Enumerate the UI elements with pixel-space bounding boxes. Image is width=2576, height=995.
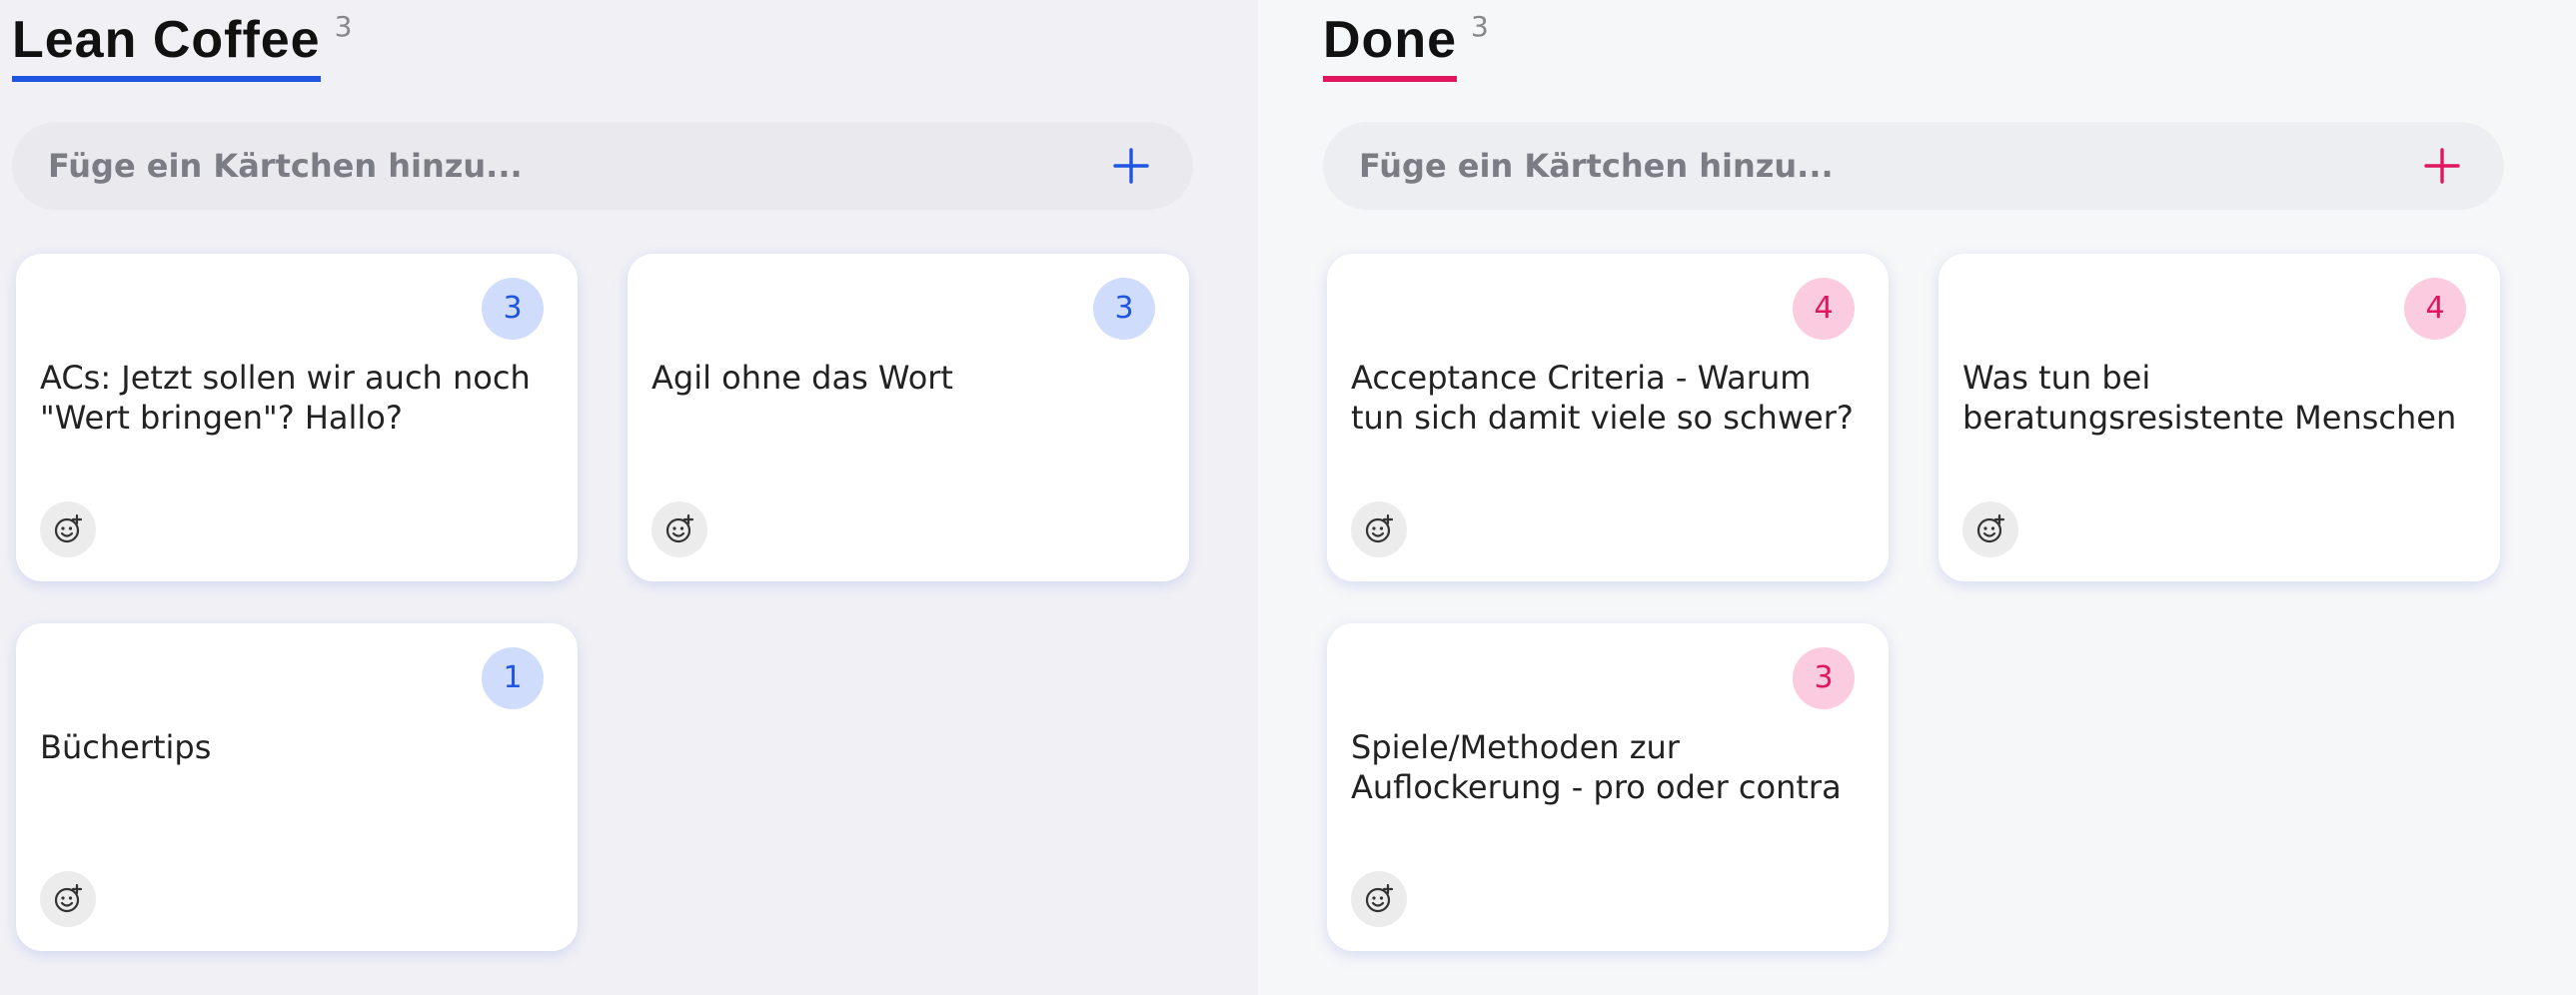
add-emoji-icon <box>1365 883 1394 913</box>
card-text: Agil ohne das Wort <box>651 359 953 397</box>
column-done: Done 3 Füge ein Kärtchen hinzu... 4 Acce… <box>1258 0 2576 995</box>
add-emoji-icon <box>1365 513 1394 543</box>
card-text: Acceptance Criteria - Warum tun sich dam… <box>1351 359 1854 437</box>
vote-count-badge: 4 <box>2404 278 2466 340</box>
card[interactable]: 3 Spiele/Methoden zur Auflockerung - pro… <box>1327 623 1889 951</box>
card-text: ACs: Jetzt sollen wir auch noch "Wert br… <box>40 359 531 437</box>
add-emoji-icon <box>54 883 83 913</box>
column-title[interactable]: Done <box>1323 8 1457 82</box>
card[interactable]: 4 Was tun bei beratungsresistente Mensch… <box>1938 254 2500 581</box>
vote-count-badge: 3 <box>1093 278 1155 340</box>
add-emoji-icon <box>665 513 694 543</box>
add-reaction-button[interactable] <box>1962 501 2018 557</box>
vote-count-badge: 1 <box>482 647 544 709</box>
add-emoji-icon <box>54 513 83 543</box>
add-reaction-button[interactable] <box>651 501 707 557</box>
vote-count-badge: 4 <box>1793 278 1855 340</box>
card-text: Spiele/Methoden zur Auflockerung - pro o… <box>1351 728 1842 806</box>
add-card-input[interactable]: Füge ein Kärtchen hinzu... <box>1323 122 2504 210</box>
column-header: Done 3 <box>1323 8 1489 82</box>
card[interactable]: 4 Acceptance Criteria - Warum tun sich d… <box>1327 254 1889 581</box>
column-card-count: 3 <box>334 10 353 43</box>
plus-icon[interactable] <box>1113 148 1149 184</box>
card[interactable]: 1 Büchertips <box>16 623 578 951</box>
vote-count-badge: 3 <box>1793 647 1855 709</box>
add-reaction-button[interactable] <box>1351 501 1407 557</box>
card[interactable]: 3 Agil ohne das Wort <box>628 254 1189 581</box>
card-text: Was tun bei beratungsresistente Menschen <box>1962 359 2457 437</box>
column-card-count: 3 <box>1471 10 1489 43</box>
add-emoji-icon <box>1976 513 2005 543</box>
column-title[interactable]: Lean Coffee <box>12 8 321 82</box>
add-card-input[interactable]: Füge ein Kärtchen hinzu... <box>12 122 1193 210</box>
add-card-placeholder: Füge ein Kärtchen hinzu... <box>48 147 523 185</box>
plus-icon[interactable] <box>2424 148 2460 184</box>
vote-count-badge: 3 <box>482 278 544 340</box>
add-reaction-button[interactable] <box>1351 871 1407 927</box>
column-lean-coffee: Lean Coffee 3 Füge ein Kärtchen hinzu...… <box>0 0 1258 995</box>
add-reaction-button[interactable] <box>40 501 96 557</box>
card[interactable]: 3 ACs: Jetzt sollen wir auch noch "Wert … <box>16 254 578 581</box>
column-header: Lean Coffee 3 <box>12 8 352 82</box>
card-text: Büchertips <box>40 728 212 766</box>
add-card-placeholder: Füge ein Kärtchen hinzu... <box>1359 147 1834 185</box>
add-reaction-button[interactable] <box>40 871 96 927</box>
